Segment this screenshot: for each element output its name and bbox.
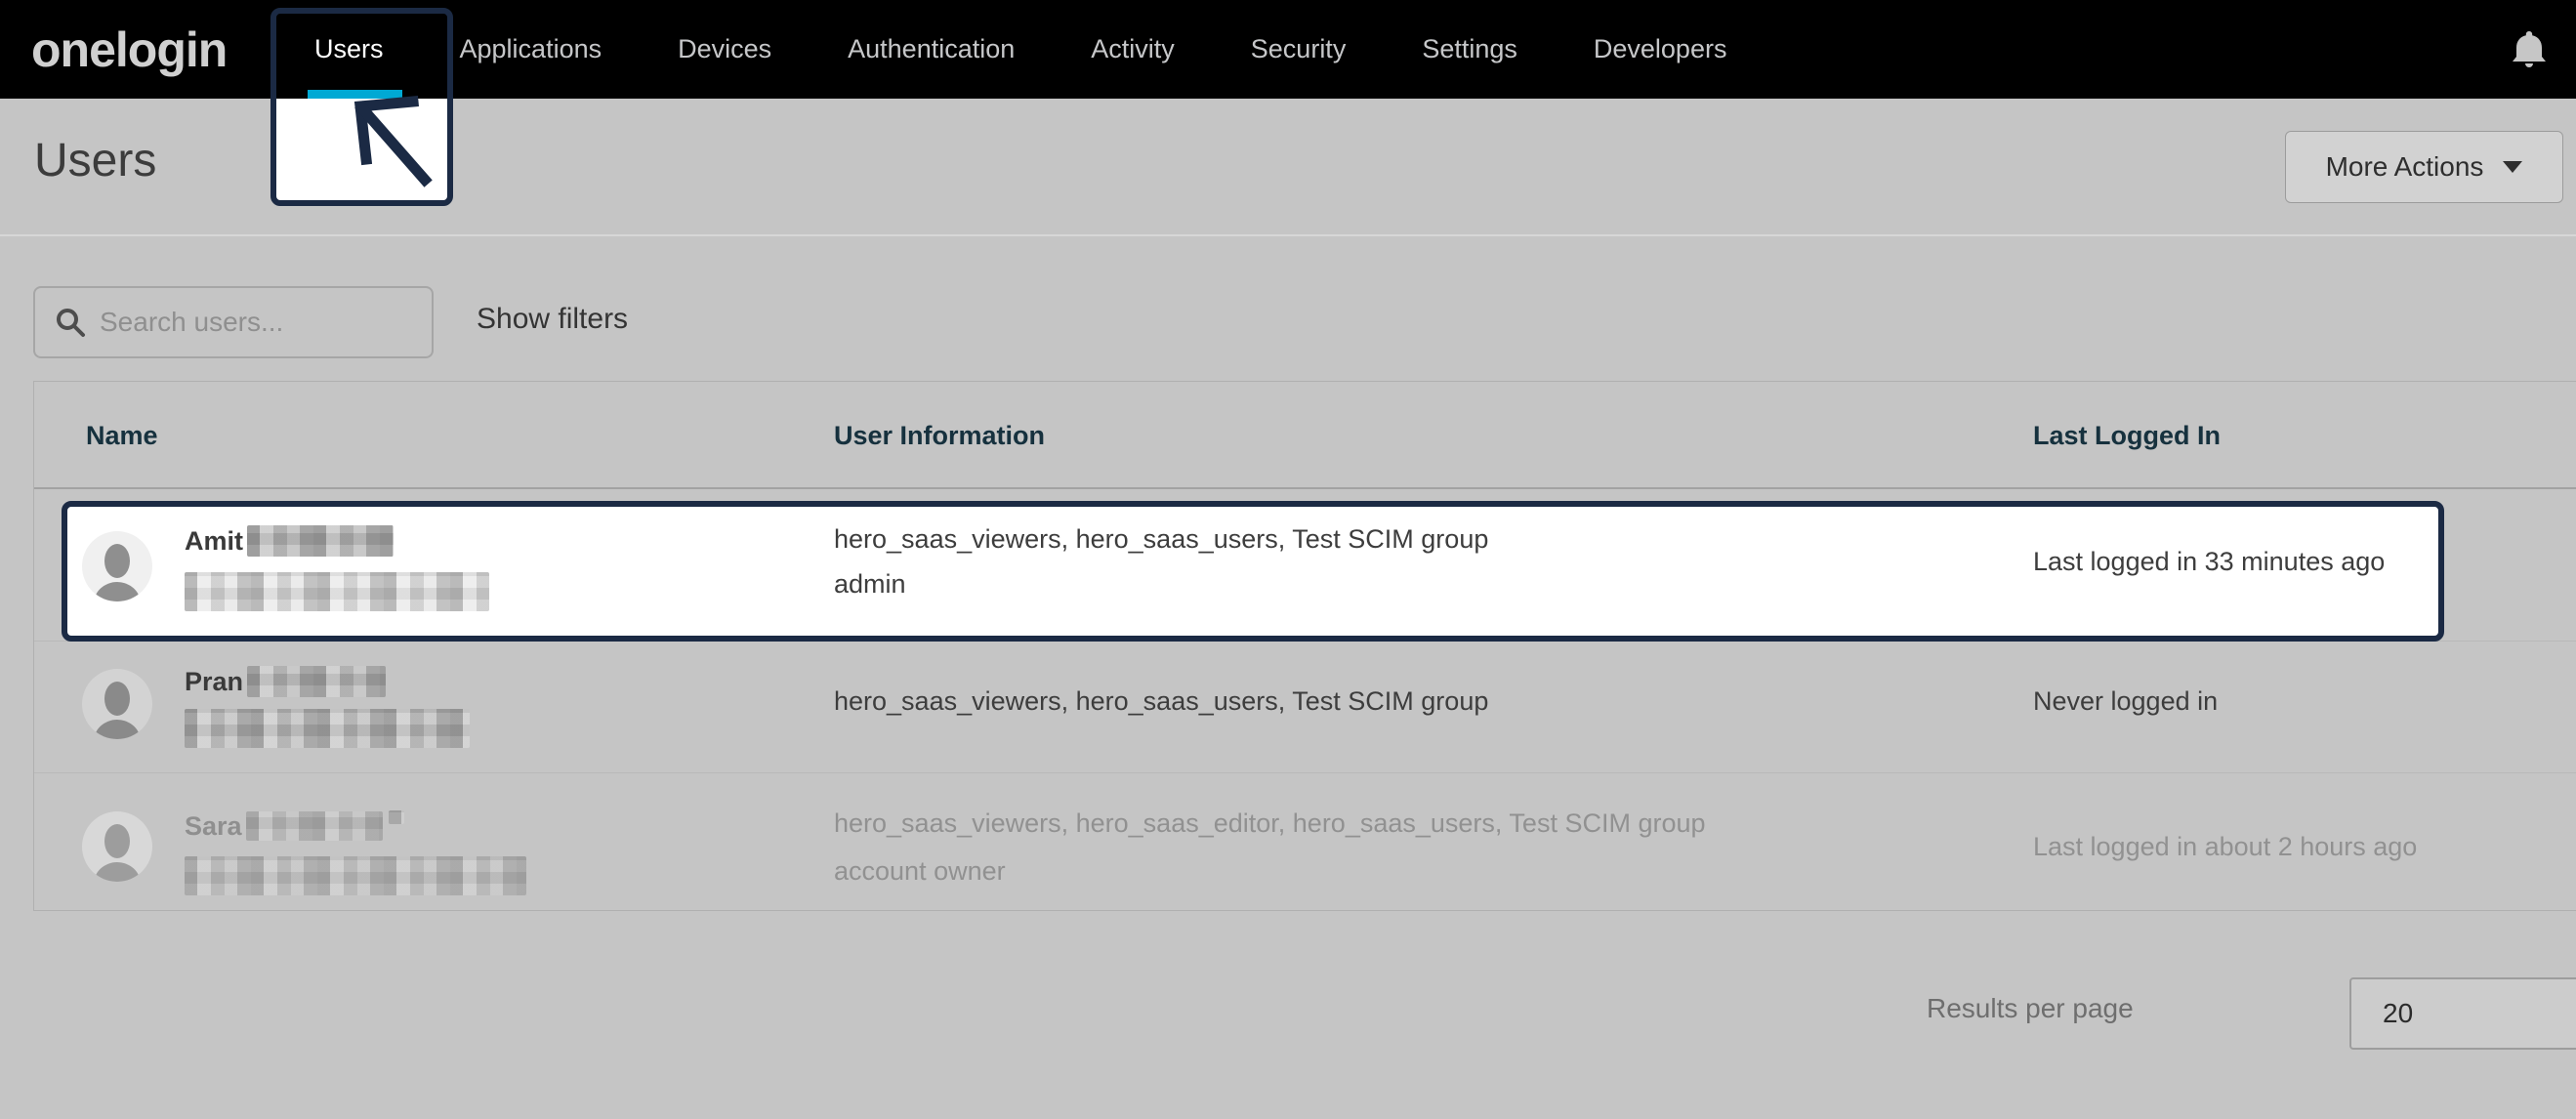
active-tab-indicator	[308, 90, 402, 99]
user-name-visible: Pran	[185, 667, 243, 697]
user-groups: hero_saas_viewers, hero_saas_editor, her…	[834, 808, 1706, 839]
redacted-email-block	[185, 709, 470, 748]
users-table: Name User Information Last Logged In Ami…	[33, 381, 2576, 911]
show-filters-link[interactable]: Show filters	[477, 303, 628, 336]
nav-item-devices[interactable]: Devices	[678, 34, 771, 64]
nav-item-applications[interactable]: Applications	[460, 34, 602, 64]
caret-down-icon	[2503, 161, 2522, 173]
redacted-email-block	[185, 572, 489, 611]
user-search-box[interactable]	[33, 286, 434, 358]
user-groups: hero_saas_viewers, hero_saas_users, Test…	[834, 524, 1488, 555]
page-title: Users	[34, 134, 156, 187]
nav-item-developers[interactable]: Developers	[1594, 34, 1727, 64]
redacted-name-block	[247, 666, 386, 697]
column-header-name[interactable]: Name	[86, 421, 158, 451]
last-logged-in: Last logged in 33 minutes ago	[2033, 547, 2385, 577]
redacted-email-block	[185, 856, 526, 895]
results-per-page-input[interactable]	[2349, 977, 2576, 1050]
nav-item-authentication[interactable]: Authentication	[848, 34, 1015, 64]
header-divider	[0, 234, 2576, 236]
top-navigation-bar: onelogin Users Applications Devices Auth…	[0, 0, 2576, 99]
avatar-person-icon	[82, 811, 152, 882]
more-actions-label: More Actions	[2326, 151, 2484, 183]
user-name[interactable]: Sara	[185, 808, 404, 844]
nav-item-activity[interactable]: Activity	[1091, 34, 1175, 64]
nav-item-settings[interactable]: Settings	[1422, 34, 1517, 64]
avatar-person-icon	[82, 669, 152, 739]
table-header-row: Name User Information Last Logged In	[34, 382, 2576, 489]
user-name-visible: Amit	[185, 526, 243, 557]
more-actions-button[interactable]: More Actions	[2285, 131, 2563, 203]
user-role: admin	[834, 569, 906, 600]
search-icon	[55, 307, 86, 338]
user-name[interactable]: Pran	[185, 662, 386, 701]
onelogin-logo: onelogin	[31, 21, 213, 78]
nav-item-users[interactable]: Users	[314, 34, 384, 64]
table-row-user-pran[interactable]: Pran hero_saas_viewers, hero_saas_users,…	[34, 642, 2576, 773]
redacted-name-block	[246, 811, 383, 841]
last-logged-in: Last logged in about 2 hours ago	[2033, 832, 2417, 862]
table-row-user-amit[interactable]: Amit hero_saas_viewers, hero_saas_users,…	[34, 489, 2576, 642]
nav-item-security[interactable]: Security	[1251, 34, 1347, 64]
last-logged-in: Never logged in	[2033, 686, 2218, 717]
table-row-user-sara[interactable]: Sara hero_saas_viewers, hero_saas_editor…	[34, 773, 2576, 910]
user-groups: hero_saas_viewers, hero_saas_users, Test…	[834, 686, 1488, 717]
user-name-visible: Sara	[185, 811, 242, 842]
avatar-person-icon	[82, 531, 152, 601]
column-header-last-logged-in[interactable]: Last Logged In	[2033, 421, 2221, 451]
search-input[interactable]	[100, 307, 412, 338]
results-per-page-label: Results per page	[1927, 993, 2134, 1024]
user-name[interactable]: Amit	[185, 521, 394, 560]
column-header-user-information[interactable]: User Information	[834, 421, 1045, 451]
redacted-name-block	[247, 525, 394, 557]
redacted-name-fragment	[389, 810, 404, 824]
user-role: account owner	[834, 856, 1006, 887]
notifications-bell-icon[interactable]	[2510, 27, 2549, 77]
nav-items: Users Applications Devices Authenticatio…	[314, 34, 1726, 64]
